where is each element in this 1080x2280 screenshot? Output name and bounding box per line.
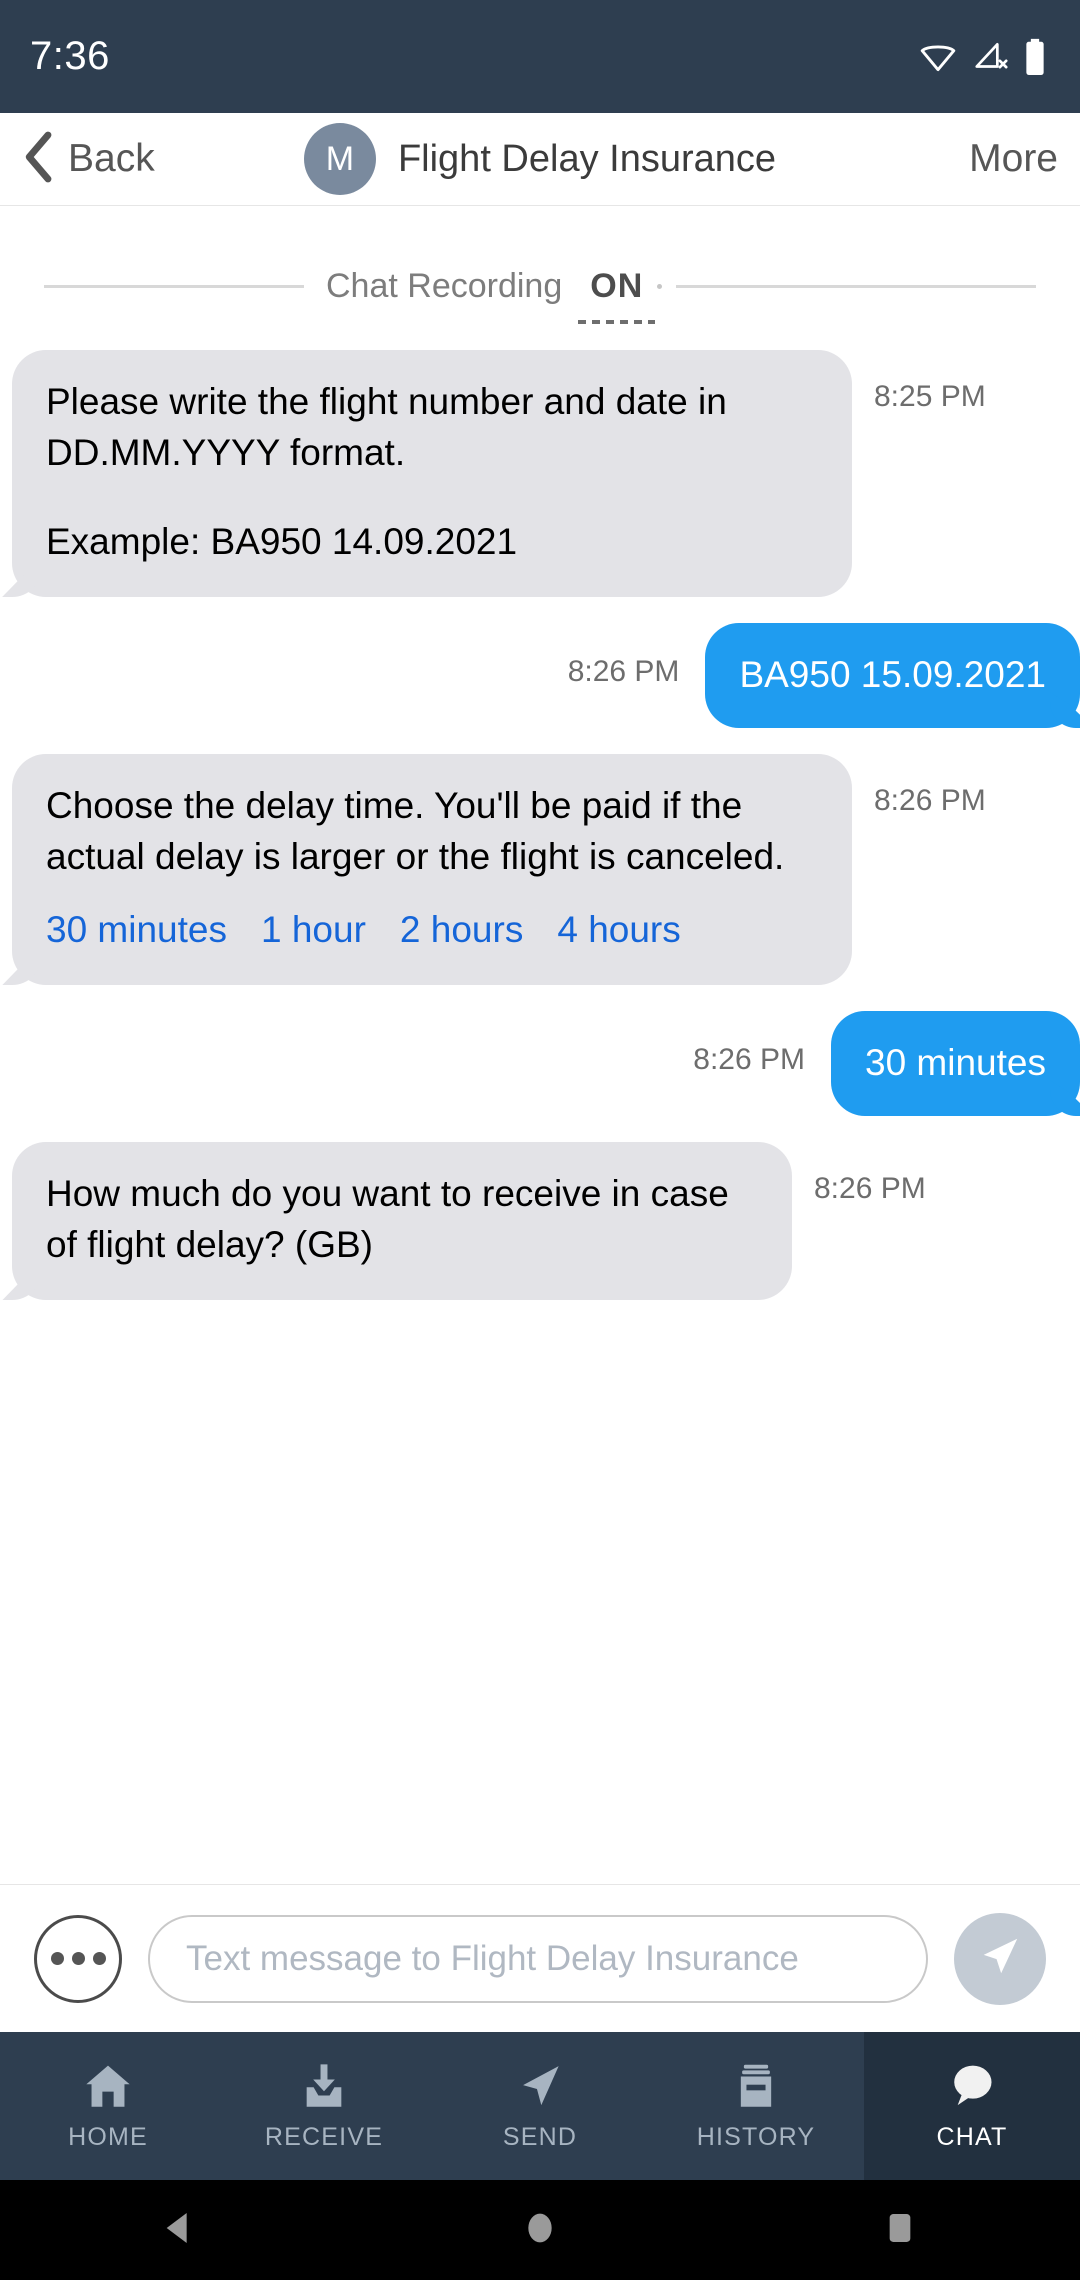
quick-reply-4-hours[interactable]: 4 hours: [557, 904, 680, 955]
message-timestamp: 8:26 PM: [567, 655, 680, 689]
divider-line-right: [676, 284, 1036, 288]
home-icon: [82, 2060, 134, 2112]
tab-receive[interactable]: RECEIVE: [216, 2032, 432, 2180]
quick-reply-options: 30 minutes 1 hour 2 hours 4 hours: [46, 904, 822, 955]
message-timestamp: 8:26 PM: [693, 1043, 805, 1077]
signal-off-icon: [972, 40, 1010, 74]
message-row: 8:26 PM 30 minutes: [0, 1011, 1080, 1117]
message-bubble-outgoing[interactable]: BA950 15.09.2021: [705, 623, 1080, 729]
ellipsis-icon: [50, 1952, 64, 1965]
send-paper-plane-icon: [977, 1933, 1023, 1984]
tab-home[interactable]: HOME: [0, 2032, 216, 2180]
android-recents-button[interactable]: [880, 2208, 920, 2253]
header-center: M Flight Delay Insurance: [0, 113, 1080, 205]
ellipsis-icon: [92, 1952, 106, 1965]
tab-chat[interactable]: CHAT: [864, 2032, 1080, 2180]
chat-recording-state: ON: [590, 266, 644, 305]
tab-label-home: HOME: [68, 2123, 148, 2151]
message-input[interactable]: Text message to Flight Delay Insurance: [148, 1914, 928, 2003]
battery-full-icon: [1024, 38, 1046, 76]
back-label: Back: [68, 137, 155, 180]
message-text: Please write the flight number and date …: [46, 381, 727, 474]
archive-box-icon: [730, 2060, 782, 2112]
android-navigation-bar: [0, 2180, 1080, 2280]
app-header: Back M Flight Delay Insurance More: [0, 113, 1080, 206]
more-actions-button[interactable]: [34, 1914, 122, 2003]
speech-bubble-icon: [945, 2060, 999, 2112]
message-bubble-incoming[interactable]: Choose the delay time. You'll be paid if…: [12, 754, 852, 986]
android-back-button[interactable]: [160, 2208, 200, 2253]
message-text: 30 minutes: [865, 1042, 1046, 1084]
message-row: Choose the delay time. You'll be paid if…: [0, 754, 1080, 986]
chevron-left-icon: [22, 131, 56, 188]
text-spacer: [46, 478, 822, 516]
quick-reply-2-hours[interactable]: 2 hours: [400, 904, 523, 955]
dotted-underline: [578, 319, 656, 324]
download-tray-icon: [298, 2060, 350, 2112]
chat-recording-divider: Chat Recording ON: [0, 248, 1080, 324]
status-bar-clock: 7:36: [30, 34, 110, 78]
bottom-tab-bar: HOME RECEIVE SEND HISTORY CHAT: [0, 2032, 1080, 2180]
wifi-icon: [918, 40, 958, 74]
message-row: 8:26 PM BA950 15.09.2021: [0, 623, 1080, 729]
status-bar: 7:36: [0, 0, 1080, 113]
tab-history[interactable]: HISTORY: [648, 2032, 864, 2180]
send-button[interactable]: [954, 1912, 1046, 2005]
tab-label-history: HISTORY: [696, 2123, 816, 2151]
message-text: Choose the delay time. You'll be paid if…: [46, 785, 785, 878]
phone-screen: 7:36 Back M Flight Delay Insurance More …: [0, 0, 1080, 2280]
chat-recording-state-wrap[interactable]: ON: [578, 266, 656, 324]
quick-reply-30-minutes[interactable]: 30 minutes: [46, 904, 227, 955]
message-bubble-incoming[interactable]: Please write the flight number and date …: [12, 350, 852, 598]
chat-recording-label: Chat Recording: [326, 266, 563, 305]
message-bubble-incoming[interactable]: How much do you want to receive in case …: [12, 1142, 792, 1301]
message-row: Please write the flight number and date …: [0, 350, 1080, 598]
tab-send[interactable]: SEND: [432, 2032, 648, 2180]
message-text: BA950 15.09.2021: [739, 654, 1046, 696]
android-home-button[interactable]: [520, 2208, 560, 2253]
divider-line-left: [44, 284, 304, 288]
message-text: How much do you want to receive in case …: [46, 1173, 729, 1266]
avatar: M: [303, 123, 376, 195]
chat-scroll-area[interactable]: Chat Recording ON Please write the fligh…: [0, 206, 1080, 1884]
message-timestamp: 8:26 PM: [814, 1172, 926, 1206]
message-timestamp: 8:26 PM: [874, 784, 986, 818]
page-title: Flight Delay Insurance: [397, 137, 777, 180]
message-timestamp: 8:25 PM: [874, 380, 986, 413]
tab-label-chat: CHAT: [936, 2123, 1008, 2151]
status-bar-icons: [918, 38, 1046, 76]
message-text-example: Example: BA950 14.09.2021: [46, 521, 518, 563]
tab-label-receive: RECEIVE: [264, 2123, 384, 2151]
quick-reply-1-hour[interactable]: 1 hour: [261, 904, 366, 955]
back-button[interactable]: Back: [22, 131, 155, 188]
paper-plane-icon: [514, 2060, 566, 2112]
tab-label-send: SEND: [502, 2123, 578, 2151]
message-input-bar: Text message to Flight Delay Insurance: [0, 1884, 1080, 2032]
message-bubble-outgoing[interactable]: 30 minutes: [831, 1011, 1080, 1117]
message-row: How much do you want to receive in case …: [0, 1142, 1080, 1301]
ellipsis-icon: [71, 1952, 85, 1965]
more-button[interactable]: More: [969, 137, 1058, 181]
divider-dot: [657, 283, 663, 289]
